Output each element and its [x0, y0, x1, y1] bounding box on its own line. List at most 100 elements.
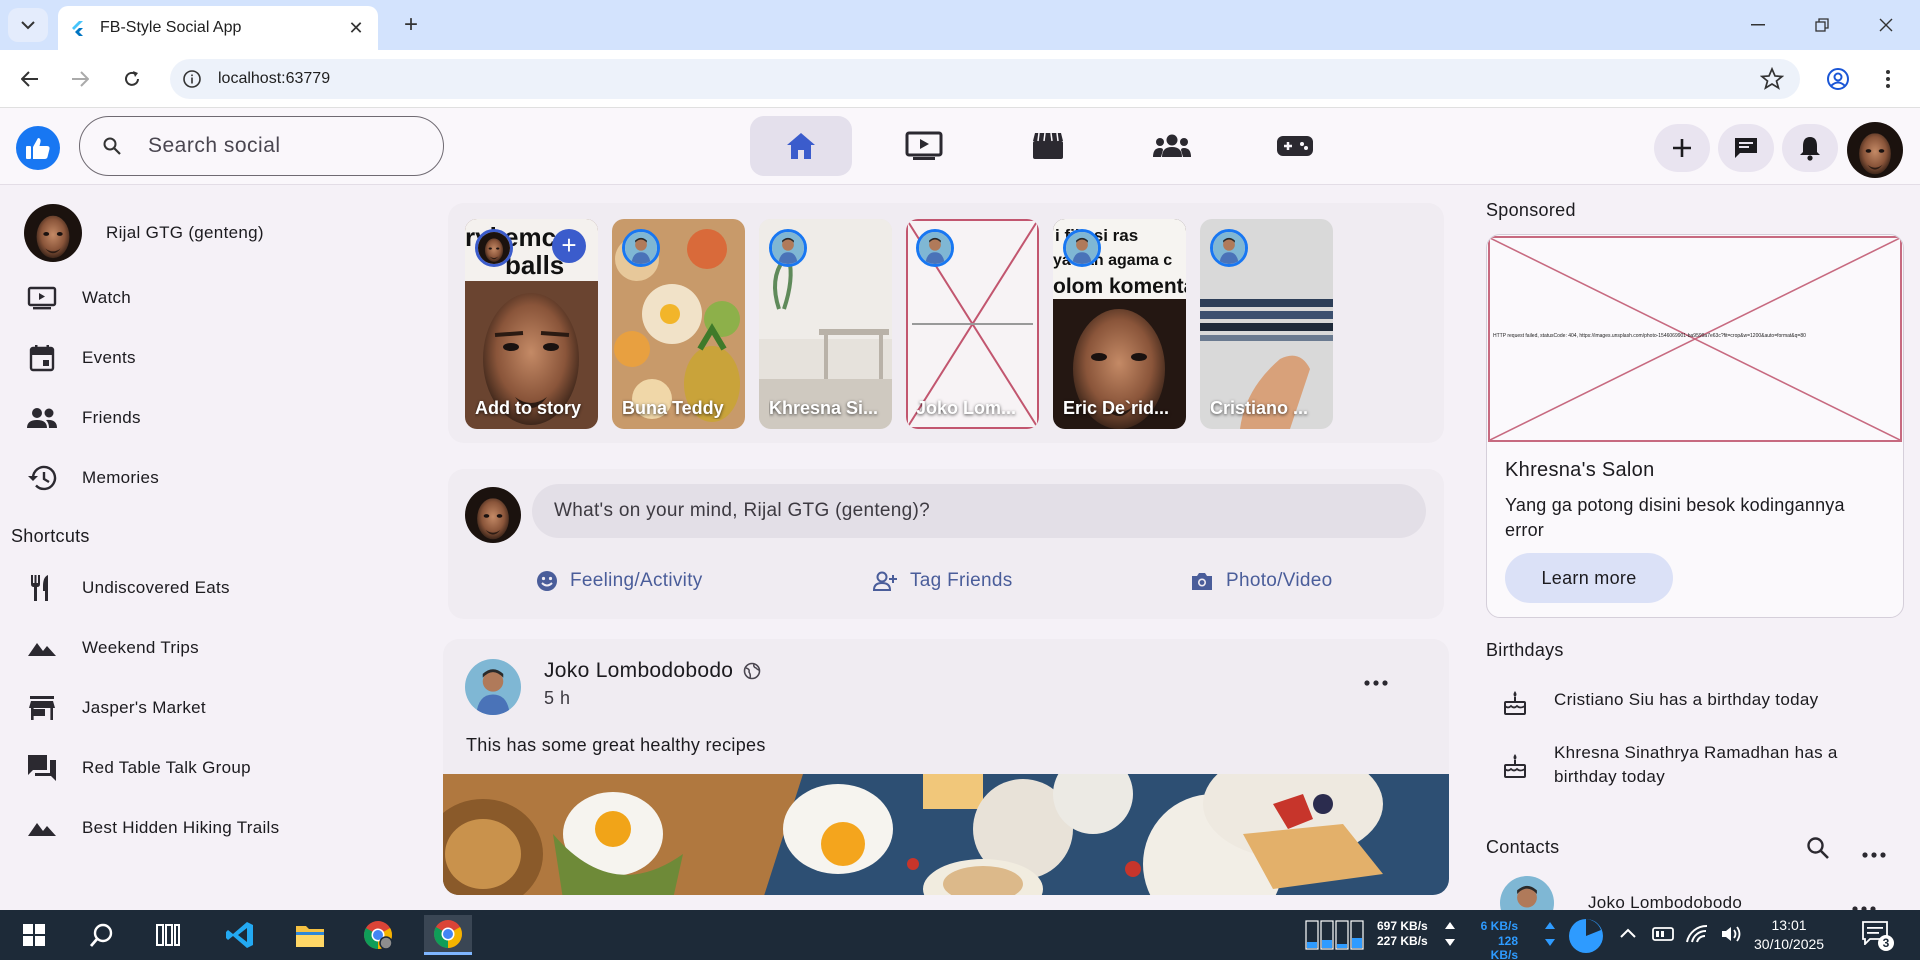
back-button[interactable]: [14, 63, 46, 95]
feeling-activity-button[interactable]: Feeling/Activity: [536, 561, 703, 601]
photo-video-button[interactable]: Photo/Video: [1190, 561, 1332, 601]
contacts-search-button[interactable]: [1806, 836, 1830, 865]
sidebar-item-label: Jasper's Market: [82, 698, 206, 717]
net2-speed-up: 6 KB/s: [1480, 919, 1518, 933]
nav-watch[interactable]: [873, 116, 975, 176]
sponsored-card[interactable]: HTTP request failed, statusCode: 404, ht…: [1486, 234, 1904, 618]
story-card[interactable]: Cristiano ...: [1200, 219, 1333, 429]
bookmark-star-icon[interactable]: [1760, 67, 1784, 91]
story-card[interactable]: Buna Teddy: [612, 219, 745, 429]
file-explorer-app[interactable]: [286, 915, 334, 955]
vscode-app[interactable]: [216, 915, 264, 955]
sidebar-item-events[interactable]: Events: [26, 338, 136, 378]
shortcut-weekend-trips[interactable]: Weekend Trips: [26, 628, 199, 668]
story-card[interactable]: Khresna Si...: [759, 219, 892, 429]
notifications-button[interactable]: [1782, 124, 1838, 172]
contacts-more-button[interactable]: [1862, 845, 1886, 863]
create-button[interactable]: [1654, 124, 1710, 172]
story-name: Cristiano ...: [1210, 398, 1309, 418]
avatar: [1847, 122, 1903, 178]
app-header: [0, 108, 1920, 185]
sidebar-item-label: Memories: [82, 468, 160, 487]
add-story-icon[interactable]: +: [552, 229, 586, 263]
drive-icon[interactable]: [1652, 925, 1674, 943]
search-box[interactable]: [79, 116, 444, 176]
omnibox[interactable]: localhost:63779: [170, 59, 1800, 99]
search-input[interactable]: [148, 134, 388, 158]
user-avatar: [24, 204, 82, 262]
story-card[interactable]: Joko Lom...: [906, 219, 1039, 429]
browser-menu-button[interactable]: [1872, 63, 1904, 95]
wifi-icon[interactable]: [1686, 924, 1708, 944]
net2-speed-down: 128 KB/s: [1490, 934, 1518, 960]
post-author-name[interactable]: Joko Lombodobodo: [544, 659, 733, 683]
nav-gaming[interactable]: [1244, 116, 1346, 176]
task-view-button[interactable]: [144, 915, 192, 955]
tab-search-button[interactable]: [8, 8, 48, 42]
chrome-app-2[interactable]: [424, 915, 472, 955]
minimize-button[interactable]: [1730, 8, 1786, 42]
messenger-icon: [1735, 138, 1757, 158]
nav-groups[interactable]: [1121, 116, 1223, 176]
birthday-item[interactable]: Cristiano Siu has a birthday today: [1500, 688, 1894, 718]
nav-marketplace[interactable]: [997, 116, 1099, 176]
chrome-app-1[interactable]: [354, 915, 402, 955]
store-icon: [29, 696, 55, 720]
sidebar-item-label: Weekend Trips: [82, 638, 199, 657]
birthday-item[interactable]: Khresna Sinathrya Ramadhan has a birthda…: [1500, 741, 1894, 789]
reload-button[interactable]: [116, 63, 148, 95]
shortcut-jaspers-market[interactable]: Jasper's Market: [26, 688, 206, 728]
restore-button[interactable]: [1794, 8, 1850, 42]
sidebar-item-watch[interactable]: Watch: [26, 278, 131, 318]
post-image[interactable]: [443, 774, 1449, 895]
story-card-add[interactable]: ryi emc balls + Add to story: [465, 219, 598, 429]
post-author-avatar[interactable]: [465, 659, 521, 715]
performance-meter-icon: [1305, 920, 1364, 950]
chevron-up-icon[interactable]: [1620, 928, 1636, 938]
search-icon: [1807, 837, 1829, 859]
chevron-down-icon: [21, 21, 35, 30]
close-window-button[interactable]: [1858, 8, 1914, 42]
marketplace-icon: [1033, 132, 1063, 159]
net2-arrows-icon: [1545, 922, 1555, 946]
post-author[interactable]: Joko Lombodobodo: [544, 659, 761, 683]
sidebar-item-friends[interactable]: Friends: [26, 398, 141, 438]
notification-center-button[interactable]: 3: [1862, 921, 1894, 951]
app-logo[interactable]: [16, 126, 60, 170]
landscape-icon: [28, 823, 56, 836]
tag-friends-button[interactable]: Tag Friends: [872, 561, 1013, 601]
shortcut-red-table-talk[interactable]: Red Table Talk Group: [26, 748, 251, 788]
sidebar-item-label: Watch: [82, 288, 132, 307]
site-info-icon[interactable]: [182, 69, 202, 89]
arrow-forward-icon: [72, 71, 89, 87]
sidebar-user[interactable]: Rijal GTG (genteng): [24, 204, 264, 262]
post-more-button[interactable]: [1364, 673, 1388, 691]
nav-home[interactable]: [750, 116, 852, 176]
composer-input[interactable]: What's on your mind, Rijal GTG (genteng)…: [532, 484, 1426, 538]
sidebar-item-memories[interactable]: Memories: [26, 458, 159, 498]
search-icon: [89, 923, 113, 947]
restaurant-icon: [31, 575, 48, 601]
tab-close-icon[interactable]: ✕: [346, 18, 366, 39]
shortcut-hiking-trails[interactable]: Best Hidden Hiking Trails: [26, 808, 279, 848]
url-text[interactable]: localhost:63779: [218, 70, 330, 88]
net-speed-down: 227 KB/s: [1377, 934, 1428, 948]
start-button[interactable]: [10, 915, 58, 955]
volume-icon[interactable]: [1720, 924, 1742, 944]
clock-time: 13:01: [1771, 917, 1807, 933]
browser-tab[interactable]: FB-Style Social App ✕: [58, 6, 378, 50]
contacts-heading: Contacts: [1486, 837, 1560, 857]
profile-button[interactable]: [1822, 63, 1854, 95]
windows-icon: [23, 924, 45, 946]
task-view-icon: [156, 924, 180, 946]
taskbar-search-button[interactable]: [78, 915, 126, 955]
system-clock[interactable]: 13:01 30/10/2025: [1754, 916, 1824, 954]
forward-button[interactable]: [64, 63, 96, 95]
new-tab-button[interactable]: +: [396, 10, 426, 40]
shortcut-undiscovered-eats[interactable]: Undiscovered Eats: [26, 568, 230, 608]
profile-avatar[interactable]: [1847, 122, 1903, 178]
story-card[interactable]: i fikasi ras ya dan agama c olom komenta…: [1053, 219, 1186, 429]
forum-icon: [28, 755, 56, 781]
messenger-button[interactable]: [1718, 124, 1774, 172]
learn-more-button[interactable]: Learn more: [1505, 553, 1673, 603]
